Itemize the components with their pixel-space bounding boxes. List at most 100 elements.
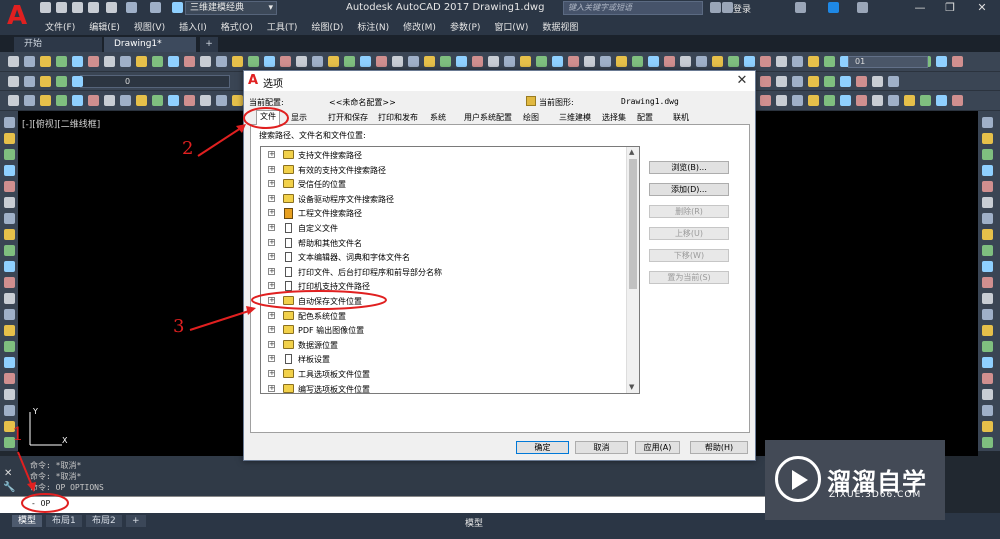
cancel-button[interactable]: 取消 <box>575 441 628 454</box>
close-command-icon[interactable]: ✕ <box>4 468 12 479</box>
tree-item[interactable]: + 数据源位置 <box>261 338 627 352</box>
autocad-logo[interactable]: A <box>0 0 34 35</box>
menu-data-view[interactable]: 数据视图 <box>535 20 585 33</box>
toolbar-tool-icon[interactable] <box>232 95 243 106</box>
toolbar-tool-icon[interactable] <box>584 56 595 67</box>
toolbar-tool-icon[interactable] <box>456 56 467 67</box>
toolbar-tool-icon[interactable] <box>840 76 851 87</box>
expand-icon[interactable]: + <box>268 253 275 261</box>
toolbar-tool-icon[interactable] <box>168 56 179 67</box>
tab-start[interactable]: 开始 <box>14 37 102 52</box>
tree-item[interactable]: + 支持文件搜索路径 <box>261 148 627 162</box>
tab-3d-modeling[interactable]: 三维建模 <box>556 112 594 125</box>
tool-icon[interactable] <box>982 325 993 336</box>
tool-icon[interactable] <box>4 341 15 352</box>
new-tab-button[interactable]: + <box>200 37 218 52</box>
toolbar-tool-icon[interactable] <box>280 56 291 67</box>
tab-plot-publish[interactable]: 打印和发布 <box>375 112 421 125</box>
tool-icon[interactable] <box>982 181 993 192</box>
expand-icon[interactable]: + <box>268 224 275 231</box>
expand-icon[interactable]: + <box>268 267 275 275</box>
toolbar-tool-icon[interactable] <box>680 56 691 67</box>
new-icon[interactable] <box>40 2 51 13</box>
toolbar-tool-icon[interactable] <box>776 95 787 106</box>
tool-icon[interactable] <box>4 357 15 368</box>
tab-drawing1[interactable]: Drawing1* <box>104 37 196 52</box>
toolbar-tool-icon[interactable] <box>952 95 963 106</box>
toolbar-tool-icon[interactable] <box>872 76 883 87</box>
tree-item[interactable]: + PDF 输出图像位置 <box>261 323 627 337</box>
toolbar-tool-icon[interactable] <box>56 76 67 87</box>
tool-icon[interactable] <box>982 213 993 224</box>
save-icon[interactable] <box>72 2 83 13</box>
tool-icon[interactable] <box>4 293 15 304</box>
tool-icon[interactable] <box>4 261 15 272</box>
browse-button[interactable]: 浏览(B)... <box>649 161 729 174</box>
tool-icon[interactable] <box>982 341 993 352</box>
toolbar-tool-icon[interactable] <box>184 95 195 106</box>
toolbar-tool-icon[interactable] <box>472 56 483 67</box>
toolbar-tool-icon[interactable] <box>392 56 403 67</box>
menu-tools[interactable]: 工具(T) <box>260 20 305 33</box>
tool-icon[interactable] <box>4 325 15 336</box>
tab-open-save[interactable]: 打开和保存 <box>325 112 371 125</box>
tree-item[interactable]: + 有效的支持文件搜索路径 <box>261 163 627 177</box>
tab-online[interactable]: 联机 <box>670 112 692 125</box>
menu-dimension[interactable]: 标注(N) <box>350 20 396 33</box>
toolbar-tool-icon[interactable] <box>312 56 323 67</box>
toolbar-tool-icon[interactable] <box>248 56 259 67</box>
toolbar-tool-icon[interactable] <box>888 95 899 106</box>
autodesk-x-icon[interactable] <box>828 2 839 13</box>
tree-item[interactable]: + 工程文件搜索路径 <box>261 206 627 220</box>
login-link[interactable]: 登录 <box>733 2 751 15</box>
toolbar-tool-icon[interactable] <box>840 95 851 106</box>
close-button[interactable]: ✕ <box>967 0 997 17</box>
toolbar-tool-icon[interactable] <box>552 56 563 67</box>
tool-icon[interactable] <box>982 389 993 400</box>
tree-item[interactable]: + 编写选项板文件位置 <box>261 382 627 393</box>
toolbar-tool-icon[interactable] <box>216 95 227 106</box>
scroll-up-icon[interactable]: ▲ <box>629 148 634 156</box>
toolbar-tool-icon[interactable] <box>792 95 803 106</box>
expand-icon[interactable]: + <box>268 355 275 363</box>
tree-item[interactable]: + 受信任的位置 <box>261 177 627 191</box>
toolbar-tool-icon[interactable] <box>712 56 723 67</box>
toolbar-tool-icon[interactable] <box>824 56 835 67</box>
toolbar-tool-icon[interactable] <box>40 95 51 106</box>
tool-icon[interactable] <box>982 261 993 272</box>
dialog-close-button[interactable]: ✕ <box>733 72 751 90</box>
tool-icon[interactable] <box>4 245 15 256</box>
tool-icon[interactable] <box>4 133 15 144</box>
toolbar-tool-icon[interactable] <box>40 76 51 87</box>
toolbar-tool-icon[interactable] <box>360 56 371 67</box>
toolbar-tool-icon[interactable] <box>152 56 163 67</box>
tool-icon[interactable] <box>4 309 15 320</box>
menu-modify[interactable]: 修改(M) <box>396 20 443 33</box>
toolbar-tool-icon[interactable] <box>648 56 659 67</box>
expand-icon[interactable]: + <box>268 151 275 158</box>
toolbar-tool-icon[interactable] <box>936 95 947 106</box>
toolbar-tool-icon[interactable] <box>408 56 419 67</box>
tool-icon[interactable] <box>982 309 993 320</box>
toolbar-tool-icon[interactable] <box>8 56 19 67</box>
set-current-button[interactable]: 置为当前(S) <box>649 271 729 284</box>
toolbar-tool-icon[interactable] <box>8 76 19 87</box>
scroll-thumb[interactable] <box>629 159 637 289</box>
toolbar-tool-icon[interactable] <box>56 95 67 106</box>
expand-icon[interactable]: + <box>268 180 275 188</box>
tab-files[interactable]: 文件 <box>256 110 280 126</box>
toolbar-tool-icon[interactable] <box>536 56 547 67</box>
tree-item[interactable]: + 样板设置 <box>261 352 627 366</box>
toolbar-tool-icon[interactable] <box>200 95 211 106</box>
exchange-icon[interactable] <box>795 2 806 13</box>
move-up-button[interactable]: 上移(U) <box>649 227 729 240</box>
ok-button[interactable]: 确定 <box>516 441 569 454</box>
search-input[interactable]: 键入关键字或短语 <box>563 1 703 15</box>
toolbar-tool-icon[interactable] <box>24 95 35 106</box>
menu-parametric[interactable]: 参数(P) <box>443 20 487 33</box>
expand-icon[interactable]: + <box>268 282 275 290</box>
toolbar-tool-icon[interactable] <box>872 95 883 106</box>
redo-icon[interactable] <box>150 2 161 13</box>
tab-profiles[interactable]: 配置 <box>634 112 656 125</box>
toolbar-tool-icon[interactable] <box>808 56 819 67</box>
